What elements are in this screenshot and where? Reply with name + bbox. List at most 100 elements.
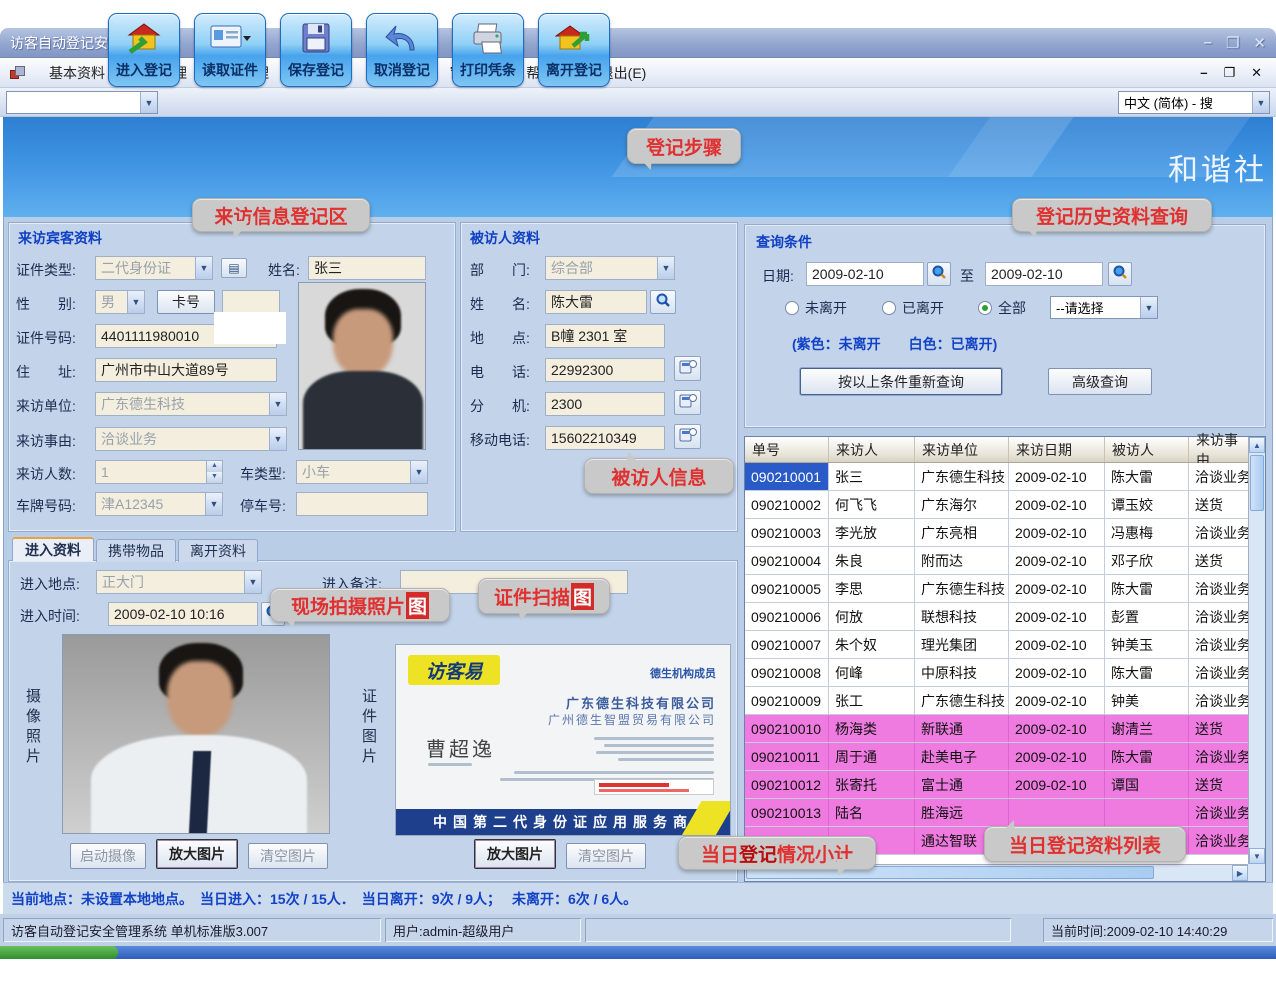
table-row[interactable]: 090210003李光放广东亮相2009-02-10冯惠梅洽谈业务 (745, 519, 1248, 547)
visitee-search-button[interactable] (650, 290, 676, 314)
clear-photo-button[interactable]: 清空图片 (248, 843, 328, 869)
date-from-field[interactable]: 2009-02-10 (806, 262, 924, 286)
table-row[interactable]: 090210006何放联想科技2009-02-10彭置洽谈业务 (745, 603, 1248, 631)
clear-card-button[interactable]: 清空图片 (566, 843, 646, 869)
table-row[interactable]: 090210008何峰中原科技2009-02-10陈大雷洽谈业务 (745, 659, 1248, 687)
chevron-down-icon[interactable]: ▼ (269, 428, 286, 450)
gender-combo[interactable]: 男▼ (95, 290, 145, 314)
app-grip-icon (10, 66, 26, 80)
dial-phone-button[interactable] (674, 356, 701, 381)
table-row[interactable]: 090210013陆名胜海远洽谈业务 (745, 799, 1248, 827)
mdi-restore-icon[interactable]: ❐ (1223, 65, 1235, 81)
chevron-down-icon[interactable]: ▼ (657, 257, 674, 279)
leave-register-button[interactable]: 离开登记 (538, 13, 610, 87)
mobile-field[interactable]: 15602210349 (545, 426, 665, 450)
table-cell: 090210007 (745, 631, 829, 658)
column-header[interactable]: 来访单位 (915, 437, 1009, 462)
entry-place-combo[interactable]: 正大门▼ (96, 570, 262, 594)
table-row[interactable]: 090210004朱良附而达2009-02-10邓子欣送货 (745, 547, 1248, 575)
entry-time-field[interactable]: 2009-02-10 10:16 (108, 602, 258, 626)
restore-icon[interactable]: ❐ (1226, 34, 1239, 52)
requery-button[interactable]: 按以上条件重新查询 (800, 368, 1002, 395)
scroll-up-icon[interactable]: ▲ (1249, 437, 1265, 453)
table-row[interactable]: 090210007朱个奴理光集团2009-02-10钟美玉洽谈业务 (745, 631, 1248, 659)
scroll-right-icon[interactable]: ▶ (1232, 865, 1248, 881)
scroll-down-icon[interactable]: ▼ (1249, 848, 1265, 864)
date-to-picker-button[interactable] (1108, 262, 1132, 286)
date-to-field[interactable]: 2009-02-10 (985, 262, 1103, 286)
start-camera-button[interactable]: 启动摄像 (70, 843, 146, 869)
cert-type-combo[interactable]: 二代身份证▼ (95, 256, 213, 280)
zoom-card-button[interactable]: 放大图片 (474, 839, 556, 869)
zoom-photo-button[interactable]: 放大图片 (156, 839, 238, 869)
quick-search-combo[interactable]: ▼ (6, 91, 158, 114)
chevron-down-icon[interactable]: ▼ (1140, 297, 1157, 318)
vertical-scrollbar[interactable]: ▲ ▼ (1248, 437, 1265, 864)
close-icon[interactable]: ✕ (1253, 34, 1266, 52)
column-header[interactable]: 来访日期 (1009, 437, 1105, 462)
tab-entry-info[interactable]: 进入资料 (12, 537, 94, 561)
table-cell: 富士通 (915, 771, 1009, 798)
dial-ext-button[interactable] (674, 390, 701, 415)
chevron-down-icon[interactable]: ▼ (410, 461, 427, 483)
table-row[interactable]: 090210011周于通赴美电子2009-02-10陈大雷洽谈业务 (745, 743, 1248, 771)
chevron-down-icon[interactable]: ▼ (269, 393, 286, 415)
plate-combo[interactable]: 津A12345▼ (95, 492, 223, 516)
start-button-strip[interactable] (0, 946, 118, 959)
column-header[interactable]: 单号 (745, 437, 829, 462)
table-row[interactable]: 090210009张工广东德生科技2009-02-10钟美洽谈业务 (745, 687, 1248, 715)
enter-register-button[interactable]: 进入登记 (108, 13, 180, 87)
chevron-down-icon[interactable]: ▼ (244, 571, 261, 593)
visit-reason-combo[interactable]: 洽谈业务▼ (95, 427, 287, 451)
ext-field[interactable]: 2300 (545, 392, 665, 416)
table-row[interactable]: 090210010杨海类新联通2009-02-10谢清兰送货 (745, 715, 1248, 743)
chevron-down-icon[interactable]: ▼ (195, 257, 212, 279)
dial-mobile-button[interactable] (674, 424, 701, 449)
save-register-button[interactable]: 保存登记 (280, 13, 352, 87)
table-row[interactable]: 090210005李思广东德生科技2009-02-10陈大雷洽谈业务 (745, 575, 1248, 603)
card-member-line: 德生机构成员 (650, 665, 716, 681)
table-row[interactable]: 090210002何飞飞广东海尔2009-02-10谭玉姣送货 (745, 491, 1248, 519)
menu-item-0[interactable]: 基本资料 (36, 59, 118, 87)
chevron-down-icon[interactable]: ▼ (1252, 92, 1269, 113)
table-cell: 2009-02-10 (1009, 715, 1105, 742)
read-card-button[interactable]: 读取证件 (194, 13, 266, 87)
visitor-name-field[interactable]: 张三 (308, 256, 426, 280)
card-reader-button[interactable]: ▤ (221, 258, 247, 278)
language-combo[interactable]: 中文 (简体) - 搜 ▼ (1118, 91, 1270, 114)
cancel-register-button[interactable]: 取消登记 (366, 13, 438, 87)
phone-field[interactable]: 22992300 (545, 358, 665, 382)
card-number-button[interactable]: 卡号 (157, 290, 215, 314)
chevron-down-icon[interactable]: ▼ (205, 493, 222, 515)
column-header[interactable]: 来访事由 (1189, 437, 1248, 462)
address-field[interactable]: 广州市中山大道89号 (95, 358, 277, 382)
query-panel-title: 查询条件 (756, 232, 812, 252)
advanced-query-button[interactable]: 高级查询 (1048, 368, 1152, 395)
table-row[interactable]: 090210012张寄托富士通2009-02-10谭国送货 (745, 771, 1248, 799)
chevron-down-icon[interactable]: ▼ (127, 291, 144, 313)
tab-leave-info[interactable]: 离开资料 (178, 539, 258, 562)
print-slip-button[interactable]: 打印凭条 (452, 13, 524, 87)
park-no-field[interactable] (296, 492, 428, 516)
radio-left[interactable]: 已离开 (882, 298, 944, 318)
visit-unit-combo[interactable]: 广东德生科技▼ (95, 392, 287, 416)
radio-not-left[interactable]: 未离开 (785, 298, 847, 318)
date-from-picker-button[interactable] (927, 262, 951, 286)
tab-carried-items[interactable]: 携带物品 (96, 539, 176, 562)
query-select-combo[interactable]: --请选择▼ (1050, 296, 1158, 319)
entry-place-label: 进入地点: (20, 574, 80, 594)
radio-all[interactable]: 全部 (978, 298, 1026, 318)
mdi-minimize-icon[interactable]: – (1200, 65, 1207, 81)
car-type-combo[interactable]: 小车▼ (296, 460, 428, 484)
visitee-name-field[interactable]: 陈大雷 (545, 290, 647, 314)
column-header[interactable]: 来访人 (829, 437, 915, 462)
visit-place-field[interactable]: B幢 2301 室 (545, 324, 665, 348)
dept-combo[interactable]: 综合部▼ (545, 256, 675, 280)
card-number-field[interactable] (222, 290, 280, 314)
minimize-icon[interactable]: – (1204, 34, 1212, 52)
chevron-down-icon[interactable]: ▼ (140, 92, 157, 113)
table-row[interactable]: 090210001张三广东德生科技2009-02-10陈大雷洽谈业务 (745, 463, 1248, 491)
visitor-count-stepper[interactable]: 1▲▼ (95, 460, 223, 484)
column-header[interactable]: 被访人 (1105, 437, 1189, 462)
mdi-close-icon[interactable]: ✕ (1251, 65, 1262, 81)
